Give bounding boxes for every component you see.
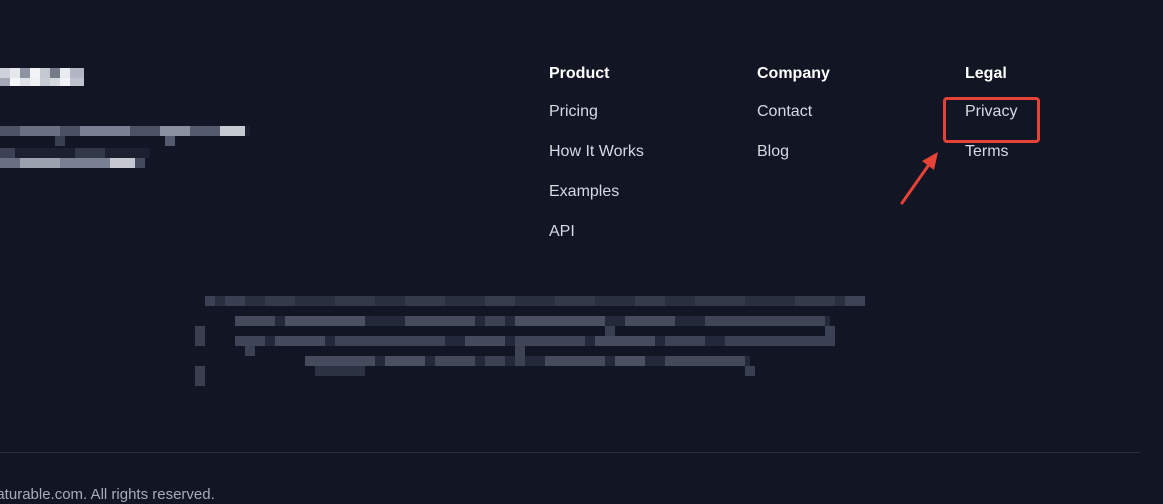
footer-column-product: Product Pricing How It Works Examples AP… bbox=[549, 64, 644, 262]
brand-logo[interactable] bbox=[0, 64, 90, 90]
footer-link-examples[interactable]: Examples bbox=[549, 182, 644, 202]
footer-link-api[interactable]: API bbox=[549, 222, 644, 242]
product-links: Pricing How It Works Examples API bbox=[549, 102, 644, 242]
footer-link-pricing[interactable]: Pricing bbox=[549, 102, 644, 122]
site-footer: Product Pricing How It Works Examples AP… bbox=[0, 0, 1163, 503]
footer-link-privacy[interactable]: Privacy bbox=[965, 102, 1017, 122]
footer-column-legal: Legal Privacy Terms bbox=[965, 64, 1017, 182]
footer-disclaimer bbox=[190, 292, 870, 390]
column-title-product: Product bbox=[549, 65, 610, 82]
footer-link-contact[interactable]: Contact bbox=[757, 102, 830, 122]
footer-link-blog[interactable]: Blog bbox=[757, 142, 830, 162]
legal-links: Privacy Terms bbox=[965, 102, 1017, 162]
brand-description bbox=[0, 122, 250, 170]
footer-link-terms[interactable]: Terms bbox=[965, 142, 1017, 162]
footer-divider bbox=[0, 452, 1140, 453]
column-title-company: Company bbox=[757, 65, 830, 82]
copyright-text: eaturable.com. All rights reserved. bbox=[0, 486, 215, 503]
arrow-icon bbox=[900, 152, 938, 205]
footer-column-company: Company Contact Blog bbox=[757, 64, 830, 182]
company-links: Contact Blog bbox=[757, 102, 830, 162]
column-title-legal: Legal bbox=[965, 65, 1007, 82]
footer-link-how-it-works[interactable]: How It Works bbox=[549, 142, 644, 162]
